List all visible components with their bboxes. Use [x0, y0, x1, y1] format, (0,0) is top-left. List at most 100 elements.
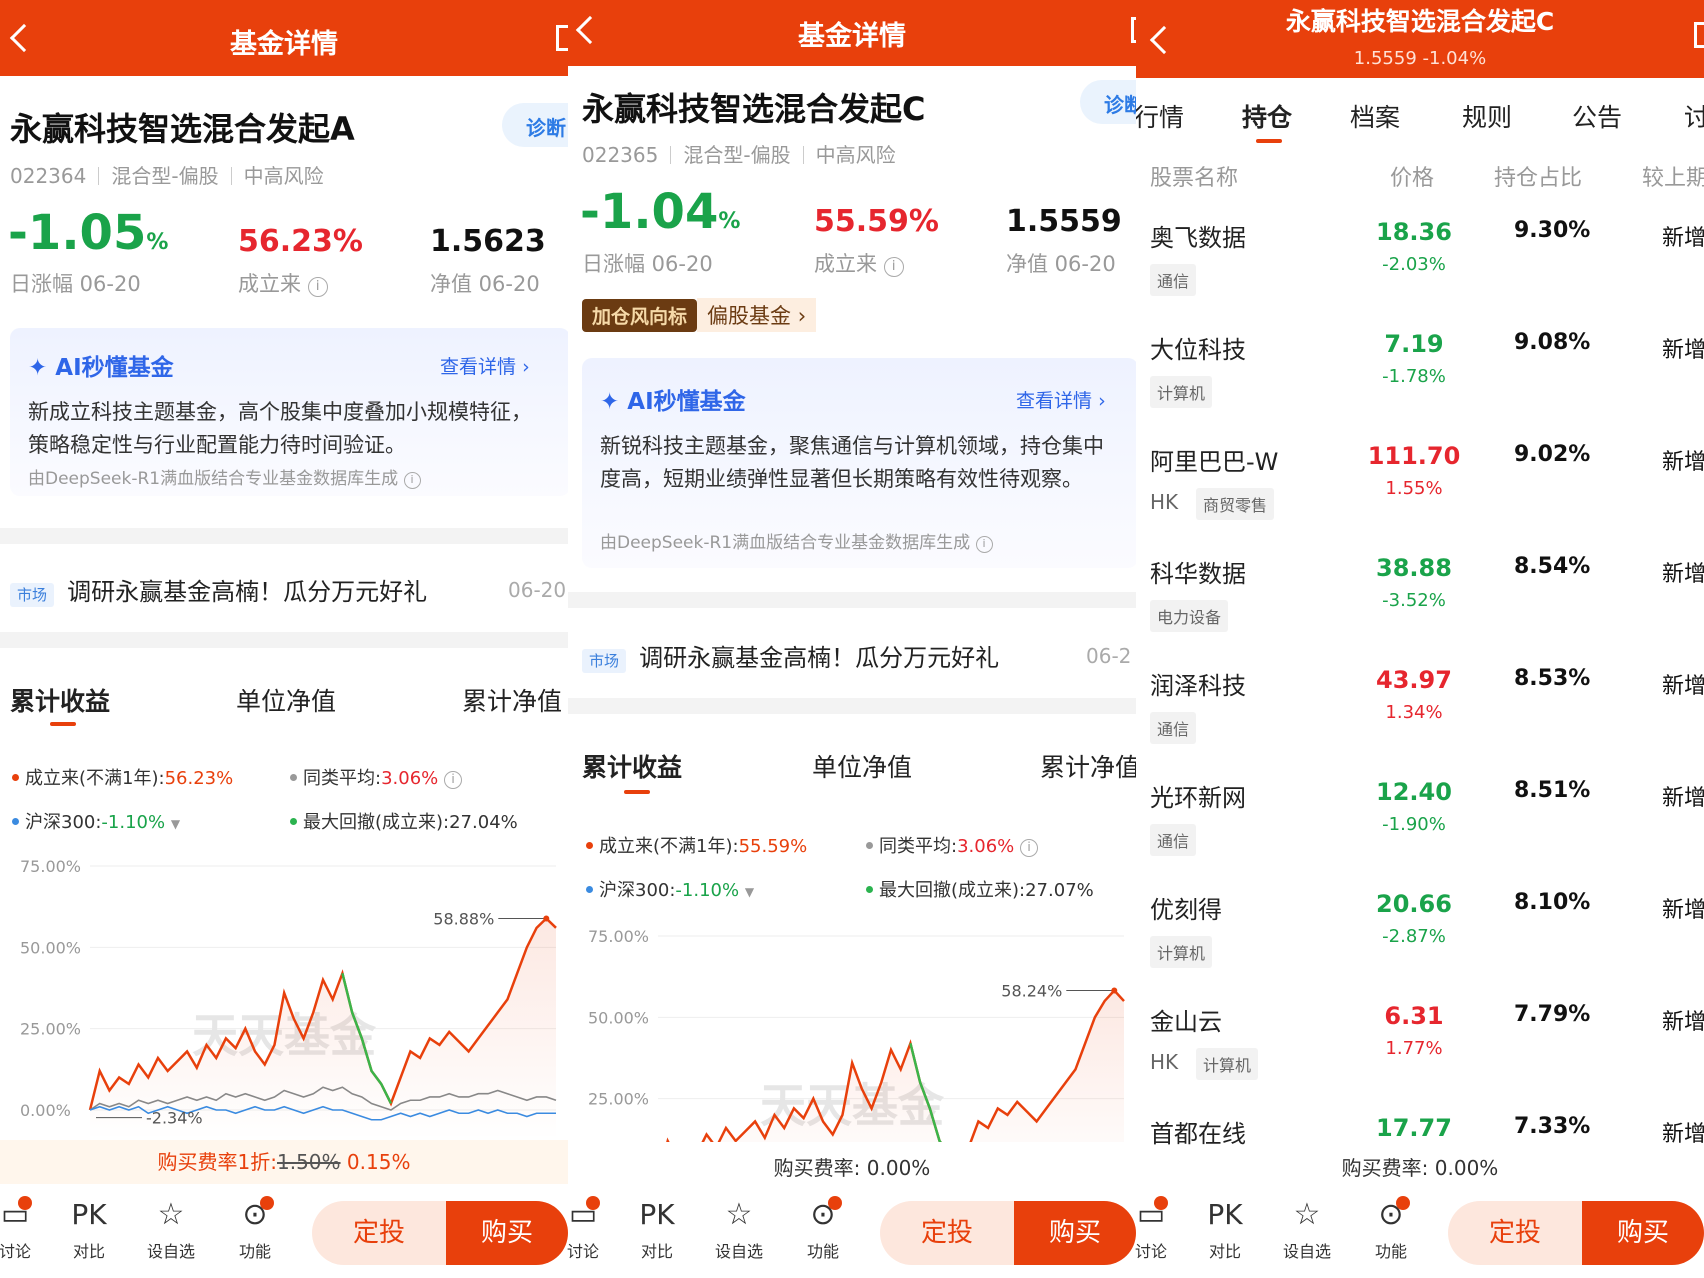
legend-csi300[interactable]: 沪深300:-1.10% ▼ — [12, 808, 180, 834]
diagnose-button[interactable]: 诊断 — [1080, 80, 1136, 124]
notification-dot — [828, 1196, 842, 1210]
holding-weight: 8.53% — [1514, 666, 1591, 691]
function-button[interactable]: ⊙ 功能 — [788, 1188, 858, 1262]
tab-profile[interactable]: 档案 — [1350, 98, 1400, 134]
discuss-button[interactable]: ▭ 讨论 — [1116, 1188, 1186, 1262]
compare-button[interactable]: PK 对比 — [54, 1188, 124, 1262]
tab-accum-nav[interactable]: 累计净值 — [462, 682, 562, 718]
diagnose-button[interactable]: 诊断 — [502, 103, 568, 147]
fund-detail-panel-c: 基金详情 永赢科技智选混合发起C 诊断 022365 混合型-偏股 中高风险 -1.… — [568, 0, 1136, 1278]
holding-row[interactable]: 润泽科技 通信 43.97 1.34% 8.53% 新增 — [1136, 658, 1704, 768]
add-watchlist-button[interactable]: ☆ 设自选 — [1272, 1188, 1342, 1262]
pk-icon: PK — [639, 1198, 675, 1231]
stock-change: -3.52% — [1382, 590, 1446, 611]
notification-dot — [1154, 1196, 1168, 1210]
change-vs-prev: 新增 — [1662, 898, 1704, 923]
tab-cumulative-return[interactable]: 累计收益 — [10, 682, 110, 718]
y-tick-label: 25.00% — [588, 1090, 649, 1109]
stock-name: 优刻得 — [1150, 896, 1222, 924]
header-subtitle: 1.5559 -1.04% — [1353, 48, 1487, 69]
daily-change: -1.04% — [580, 184, 741, 240]
nav-value: 1.5559 — [1006, 204, 1122, 239]
ai-detail-link[interactable]: 查看详情 › — [1016, 386, 1106, 413]
tab-unit-nav[interactable]: 单位净值 — [236, 682, 336, 718]
share-icon[interactable] — [1694, 22, 1704, 48]
comment-icon: ▭ — [1136, 1197, 1166, 1232]
peak-point — [1111, 987, 1118, 994]
function-button[interactable]: ⊙ 功能 — [220, 1188, 290, 1262]
industry-tag: 商贸零售 — [1196, 488, 1275, 520]
fund-meta: 022365 混合型-偏股 中高风险 — [582, 139, 896, 168]
since-inception-label[interactable]: 成立来 i — [238, 268, 328, 298]
ai-summary-card[interactable]: ✦ AI秒懂基金 查看详情 › 新锐科技主题基金，聚焦通信与计算机领域，持仓集中… — [582, 358, 1136, 568]
header-bar: 基金详情 — [568, 0, 1136, 66]
buy-button[interactable]: 购买 — [1582, 1201, 1704, 1265]
header-bar: 永赢科技智选混合发起C 1.5559 -1.04% — [1136, 0, 1704, 78]
fund-tags[interactable]: 加仓风向标 偏股基金 › — [582, 298, 817, 332]
y-tick-label: 50.00% — [20, 938, 81, 957]
industry-tag: 通信 — [1150, 264, 1197, 296]
dropdown-icon: ▼ — [744, 885, 755, 899]
holding-row[interactable]: 科华数据 电力设备 38.88 -3.52% 8.54% 新增 — [1136, 546, 1704, 656]
section-gap — [0, 528, 568, 544]
discuss-button[interactable]: ▭ 讨论 — [548, 1188, 618, 1262]
holding-row[interactable]: 优刻得 计算机 20.66 -2.87% 8.10% 新增 — [1136, 882, 1704, 992]
ai-title: ✦ AI秒懂基金 — [28, 355, 174, 381]
col-vs-prev: 较上期 — [1642, 166, 1704, 191]
sip-button[interactable]: 定投 — [880, 1201, 1014, 1265]
legend-max-drawdown: 最大回撤(成立来):27.04% — [290, 808, 518, 834]
tab-accum-nav[interactable]: 累计净值 — [1040, 748, 1136, 784]
tab-holdings[interactable]: 持仓 — [1242, 98, 1292, 134]
hk-marker: HK — [1150, 490, 1179, 514]
chevron-right-icon: › — [522, 356, 530, 378]
holding-row[interactable]: 奥飞数据 通信 18.36 -2.03% 9.30% 新增 — [1136, 210, 1704, 320]
fund-risk: 中高风险 — [815, 143, 896, 167]
compare-button[interactable]: PK 对比 — [1190, 1188, 1260, 1262]
notification-dot — [260, 1196, 274, 1210]
y-tick-label: 75.00% — [588, 927, 649, 946]
header-bar: 基金详情 — [0, 0, 568, 76]
change-vs-prev: 新增 — [1662, 338, 1704, 363]
holding-row[interactable]: 阿里巴巴-W HK 商贸零售 111.70 1.55% 9.02% 新增 — [1136, 434, 1704, 544]
add-watchlist-button[interactable]: ☆ 设自选 — [136, 1188, 206, 1262]
stock-price: 111.70 — [1367, 442, 1461, 470]
market-notice[interactable]: 市场 调研永赢基金高楠！瓜分万元好礼 — [582, 638, 999, 673]
holding-row[interactable]: 大位科技 计算机 7.19 -1.78% 9.08% 新增 — [1136, 322, 1704, 432]
market-date: 06-20 — [508, 578, 567, 602]
notification-dot — [18, 1196, 32, 1210]
y-tick-label: 25.00% — [20, 1020, 81, 1039]
since-inception-label[interactable]: 成立来 i — [814, 248, 904, 278]
tab-market[interactable]: 行情 — [1136, 98, 1184, 134]
peak-annotation: 58.24% — [1001, 982, 1062, 1001]
holding-row[interactable]: 金山云 HK 计算机 6.31 1.77% 7.79% 新增 — [1136, 994, 1704, 1104]
add-watchlist-button[interactable]: ☆ 设自选 — [704, 1188, 774, 1262]
peak-point — [543, 915, 550, 922]
market-notice[interactable]: 市场 调研永赢基金高楠！瓜分万元好礼 — [10, 572, 427, 607]
star-icon: ☆ — [1293, 1197, 1321, 1232]
since-inception-value: 56.23% — [238, 224, 363, 259]
bottom-action-bar: ▭ 讨论 PK 对比 ☆ 设自选 ⊙ 功能 定投 购买 — [1135, 1188, 1704, 1278]
tab-cumulative-return[interactable]: 累计收益 — [582, 748, 682, 784]
bottom-action-bar: ▭ 讨论 PK 对比 ☆ 设自选 ⊙ 功能 定投 购买 — [567, 1188, 1136, 1278]
ai-detail-link[interactable]: 查看详情 › — [440, 352, 530, 379]
fund-meta: 022364 混合型-偏股 中高风险 — [10, 160, 324, 189]
ai-summary-card[interactable]: ✦ AI秒懂基金 查看详情 › 新成立科技主题基金，高个股集中度叠加小规模特征，… — [10, 328, 568, 496]
holding-weight: 7.33% — [1514, 1114, 1591, 1139]
holding-row[interactable]: 光环新网 通信 12.40 -1.90% 8.51% 新增 — [1136, 770, 1704, 880]
compare-button[interactable]: PK 对比 — [622, 1188, 692, 1262]
sip-button[interactable]: 定投 — [312, 1201, 446, 1265]
tab-rules[interactable]: 规则 — [1462, 98, 1512, 134]
tab-discussion[interactable]: 讨 — [1684, 98, 1704, 134]
tab-announcements[interactable]: 公告 — [1572, 98, 1622, 134]
sip-button[interactable]: 定投 — [1448, 1201, 1582, 1265]
tag-fund-type: 偏股基金 › — [697, 298, 817, 332]
legend-csi300[interactable]: 沪深300:-1.10% ▼ — [586, 876, 754, 902]
cumulative-return-chart[interactable]: 75.00%50.00%25.00%天天基金58.24% — [568, 918, 1136, 1142]
fund-name: 永赢科技智选混合发起A — [10, 110, 355, 148]
legend-peer-average: 同类平均:3.06% i — [866, 832, 1038, 858]
cumulative-return-chart[interactable]: 75.00%50.00%25.00%0.00%天天基金58.88%-2.34% — [0, 850, 568, 1140]
holding-weight: 8.54% — [1514, 554, 1591, 579]
function-button[interactable]: ⊙ 功能 — [1356, 1188, 1426, 1262]
share-icon[interactable] — [556, 25, 568, 51]
tab-unit-nav[interactable]: 单位净值 — [812, 748, 912, 784]
